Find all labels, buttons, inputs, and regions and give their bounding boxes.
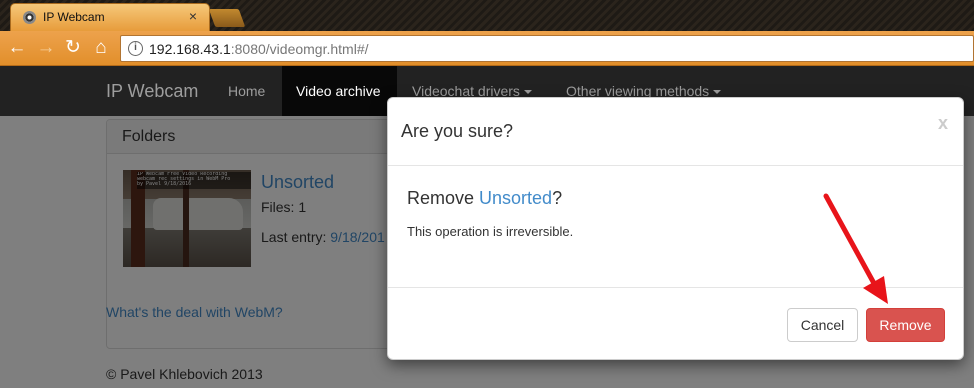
- close-icon[interactable]: x: [938, 113, 948, 134]
- irreversible-warning: This operation is irreversible.: [407, 224, 574, 239]
- webcam-favicon-icon: [23, 11, 36, 24]
- new-tab-button[interactable]: [208, 9, 246, 27]
- browser-tab[interactable]: IP Webcam ×: [10, 3, 210, 31]
- nav-item-video-archive[interactable]: Video archive: [296, 83, 381, 99]
- url-text: 192.168.43.1:8080/videomgr.html#/: [149, 41, 369, 57]
- reload-icon[interactable]: ↻: [62, 36, 84, 60]
- address-bar[interactable]: i 192.168.43.1:8080/videomgr.html#/: [120, 35, 974, 62]
- info-icon[interactable]: i: [128, 41, 143, 56]
- browser-tab-strip: IP Webcam ×: [0, 0, 974, 31]
- remove-button[interactable]: Remove: [866, 308, 945, 342]
- brand-link[interactable]: IP Webcam: [106, 81, 198, 102]
- remove-folder-name: Unsorted: [479, 188, 553, 208]
- nav-item-home[interactable]: Home: [228, 83, 265, 99]
- remove-prefix: Remove: [407, 188, 480, 208]
- caret-down-icon: [523, 90, 532, 95]
- back-arrow-icon[interactable]: ←: [6, 36, 28, 60]
- cancel-button[interactable]: Cancel: [787, 308, 858, 342]
- tab-title: IP Webcam: [43, 10, 105, 24]
- caret-down-icon: [713, 90, 722, 95]
- url-rest: :8080/videomgr.html#/: [230, 41, 369, 57]
- modal-title: Are you sure?: [401, 121, 514, 141]
- modal-header: Are you sure? x: [388, 98, 963, 166]
- home-icon[interactable]: ⌂: [90, 36, 112, 60]
- confirm-remove-dialog: Are you sure? x Remove Unsorted? This op…: [387, 97, 964, 360]
- remove-question: Remove Unsorted?: [407, 188, 562, 209]
- close-tab-icon[interactable]: ×: [189, 8, 197, 24]
- modal-body: Remove Unsorted? This operation is irrev…: [388, 166, 963, 288]
- remove-suffix: ?: [552, 188, 563, 208]
- url-host: 192.168.43.1: [149, 41, 231, 57]
- browser-toolbar: ← → ↻ ⌂ i 192.168.43.1:8080/videomgr.htm…: [0, 31, 974, 66]
- forward-arrow-icon[interactable]: →: [35, 36, 57, 60]
